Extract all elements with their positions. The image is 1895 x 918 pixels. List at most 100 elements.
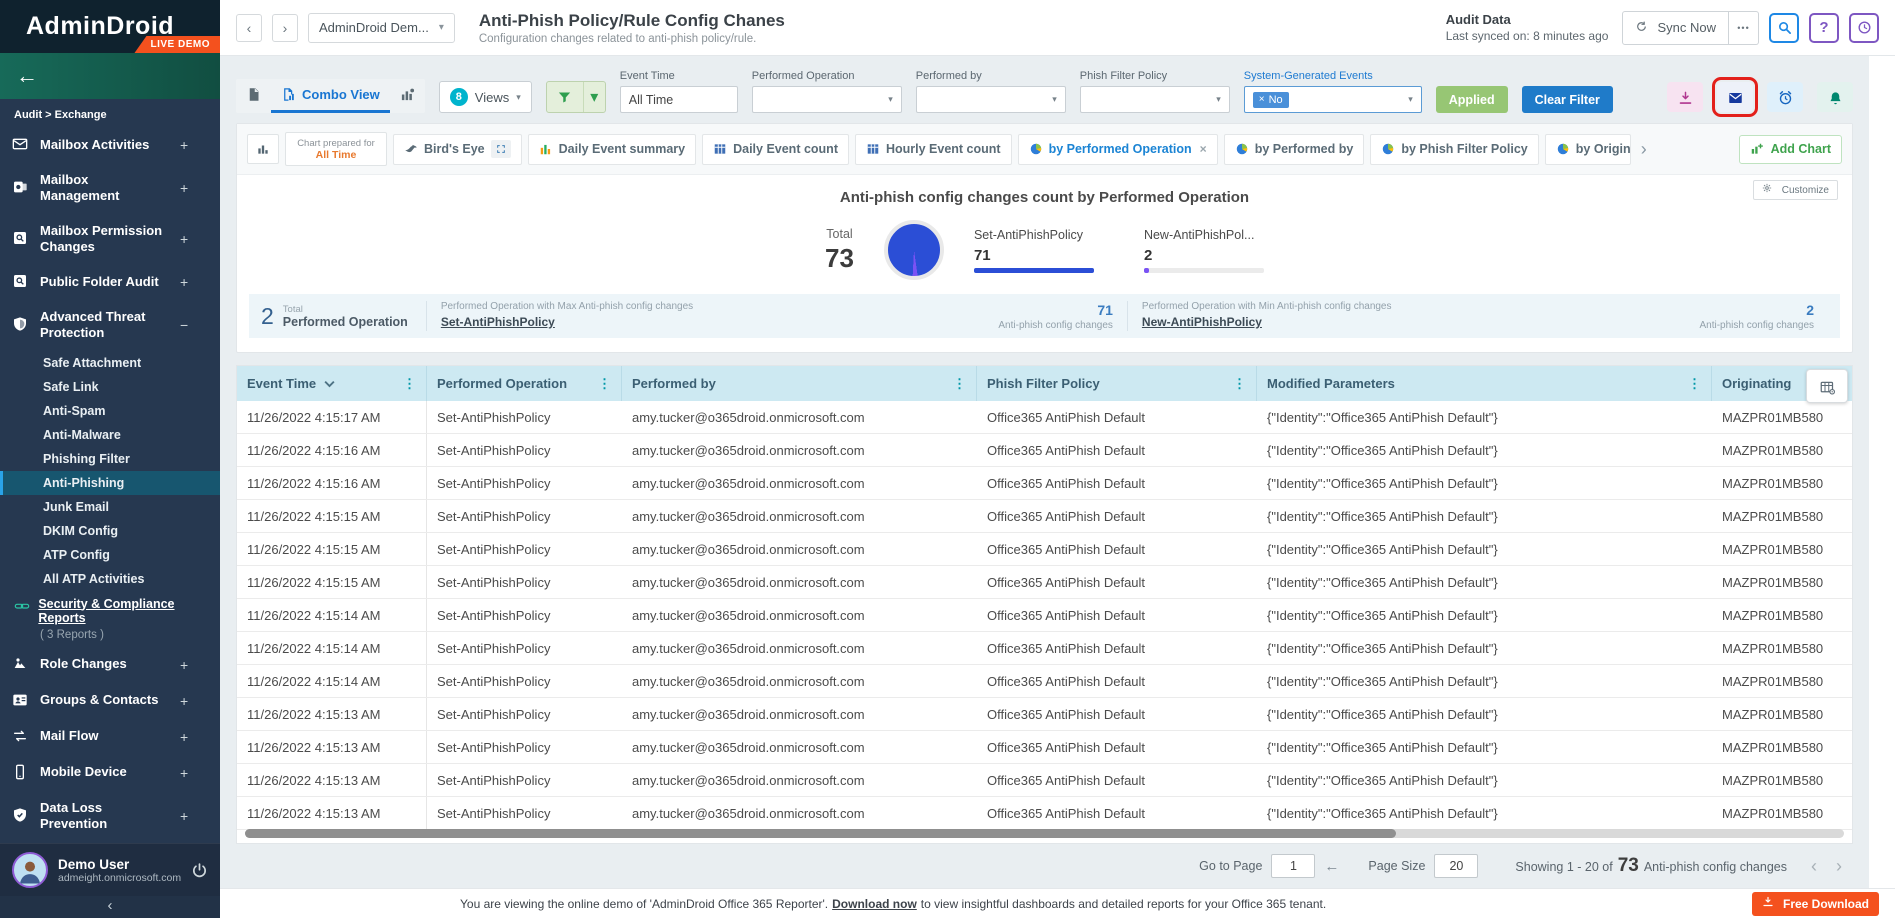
table-row[interactable]: 11/26/2022 4:15:15 AM Set-AntiPhishPolic…	[237, 500, 1852, 533]
sidebar-item-mail-flow[interactable]: Mail Flow +	[0, 719, 220, 755]
back-arrow-icon[interactable]: ←	[16, 63, 38, 89]
applied-button[interactable]: Applied	[1436, 86, 1508, 113]
column-header-modified-parameters[interactable]: Modified Parameters ⋮	[1257, 366, 1712, 401]
page-size-input[interactable]	[1434, 854, 1478, 878]
system-events-select[interactable]: × No ▾	[1244, 86, 1422, 113]
help-button[interactable]: ?	[1809, 13, 1839, 43]
sort-descending-icon[interactable]	[322, 376, 337, 391]
sidebar-subitem-junk-email[interactable]: Junk Email	[0, 495, 220, 519]
sidebar-item-mailbox-activities[interactable]: Mailbox Activities +	[0, 127, 220, 163]
history-forward-button[interactable]: ›	[272, 14, 298, 42]
expand-toggle-icon[interactable]: +	[180, 765, 188, 781]
pie-chart[interactable]	[884, 220, 944, 280]
more-options-button[interactable]: •••	[1729, 11, 1759, 45]
chart-tab-by-origin[interactable]: by Origin	[1545, 134, 1631, 165]
expand-toggle-icon[interactable]: +	[180, 137, 188, 153]
legend-item-max[interactable]: Set-AntiPhishPolicy 71	[974, 228, 1094, 273]
chip-remove-icon[interactable]: ×	[1259, 94, 1265, 105]
chart-tab-bird-s-eye[interactable]: Bird's Eye	[393, 134, 522, 165]
alerts-button[interactable]	[1817, 82, 1853, 112]
download-now-link[interactable]: Download now	[832, 897, 917, 911]
sidebar-subitem-all-atp-activities[interactable]: All ATP Activities	[0, 567, 220, 591]
tabs-scroll-right-icon[interactable]: ›	[1637, 139, 1651, 160]
performed-operation-select[interactable]: ▾	[752, 86, 902, 113]
sidebar-item-mobile-device[interactable]: Mobile Device +	[0, 755, 220, 791]
chart-tab-hourly-event-count[interactable]: Hourly Event count	[855, 134, 1012, 165]
table-view-button[interactable]	[236, 79, 271, 113]
sidebar-subitem-atp-config[interactable]: ATP Config	[0, 543, 220, 567]
column-header-performed-by[interactable]: Performed by ⋮	[622, 366, 977, 401]
expand-toggle-icon[interactable]: +	[180, 657, 188, 673]
history-back-button[interactable]: ‹	[236, 14, 262, 42]
max-operation-link[interactable]: Set-AntiPhishPolicy	[441, 315, 555, 329]
sidebar-item-public-folder-audit[interactable]: Public Folder Audit +	[0, 264, 220, 300]
table-row[interactable]: 11/26/2022 4:15:14 AM Set-AntiPhishPolic…	[237, 599, 1852, 632]
table-row[interactable]: 11/26/2022 4:15:14 AM Set-AntiPhishPolic…	[237, 632, 1852, 665]
column-menu-icon[interactable]: ⋮	[598, 376, 611, 392]
sidebar-subitem-anti-spam[interactable]: Anti-Spam	[0, 399, 220, 423]
combo-view-button[interactable]: Combo View	[271, 79, 390, 113]
column-menu-icon[interactable]: ⋮	[1688, 376, 1701, 392]
filter-chip-no[interactable]: × No	[1253, 92, 1289, 108]
expand-toggle-icon[interactable]: +	[180, 231, 188, 247]
sidebar-subitem-dkim-config[interactable]: DKIM Config	[0, 519, 220, 543]
expand-toggle-icon[interactable]: +	[180, 180, 188, 196]
export-download-button[interactable]	[1667, 82, 1703, 112]
filter-options-caret[interactable]: ▾	[583, 82, 605, 112]
sidebar-subitem-anti-phishing[interactable]: Anti-Phishing	[0, 471, 220, 495]
sidebar-subitem-safe-attachment[interactable]: Safe Attachment	[0, 351, 220, 375]
chart-tab-by-performed-operation[interactable]: by Performed Operation ×	[1018, 134, 1218, 165]
chart-tab-daily-event-count[interactable]: Daily Event count	[702, 134, 849, 165]
chart-tab-daily-event-summary[interactable]: Daily Event summary	[528, 134, 696, 165]
sidebar-collapse-button[interactable]: ‹	[0, 896, 220, 918]
sidebar-subitem-phishing-filter[interactable]: Phishing Filter	[0, 447, 220, 471]
free-download-button[interactable]: Free Download	[1752, 892, 1879, 916]
expand-toggle-icon[interactable]: +	[180, 274, 188, 290]
expand-icon[interactable]	[491, 140, 511, 158]
goto-page-input[interactable]	[1271, 854, 1315, 878]
event-time-value[interactable]: All Time	[620, 86, 738, 113]
filter-funnel-button[interactable]	[547, 82, 583, 112]
views-dropdown[interactable]: 8 Views ▾	[439, 81, 532, 113]
table-row[interactable]: 11/26/2022 4:15:15 AM Set-AntiPhishPolic…	[237, 533, 1852, 566]
column-menu-icon[interactable]: ⋮	[953, 376, 966, 392]
column-menu-icon[interactable]: ⋮	[403, 376, 416, 392]
column-header-performed-operation[interactable]: Performed Operation ⋮	[427, 366, 622, 401]
next-page-button[interactable]: ›	[1831, 856, 1847, 877]
search-button[interactable]	[1769, 13, 1799, 43]
avatar[interactable]	[12, 852, 48, 888]
column-settings-button[interactable]	[1806, 369, 1848, 403]
table-row[interactable]: 11/26/2022 4:15:13 AM Set-AntiPhishPolic…	[237, 698, 1852, 731]
chart-tab-by-phish-filter-policy[interactable]: by Phish Filter Policy	[1370, 134, 1538, 165]
workspace-select[interactable]: AdminDroid Dem... ▾	[308, 13, 455, 43]
expand-toggle-icon[interactable]: −	[180, 317, 188, 333]
prev-page-button[interactable]: ‹	[1806, 856, 1822, 877]
expand-toggle-icon[interactable]: +	[180, 808, 188, 824]
column-header-event-time[interactable]: Event Time ⋮	[237, 366, 427, 401]
expand-toggle-icon[interactable]: +	[180, 729, 188, 745]
chart-view-button[interactable]	[390, 79, 425, 113]
schedule-button[interactable]	[1767, 82, 1803, 112]
sidebar-subitem-anti-malware[interactable]: Anti-Malware	[0, 423, 220, 447]
sidebar-item-data-loss-prevention[interactable]: Data Loss Prevention +	[0, 791, 220, 842]
logout-power-icon[interactable]	[191, 862, 208, 879]
sync-now-button[interactable]: Sync Now	[1622, 11, 1729, 45]
history-clock-button[interactable]	[1849, 13, 1879, 43]
table-row[interactable]: 11/26/2022 4:15:16 AM Set-AntiPhishPolic…	[237, 467, 1852, 500]
table-row[interactable]: 11/26/2022 4:15:15 AM Set-AntiPhishPolic…	[237, 566, 1852, 599]
sidebar-item-mailbox-permission-changes[interactable]: Mailbox Permission Changes +	[0, 214, 220, 265]
chart-list-button[interactable]	[247, 134, 279, 164]
scrollbar-thumb[interactable]	[245, 829, 1396, 838]
performed-by-select[interactable]: ▾	[916, 86, 1066, 113]
sidebar-item-role-changes[interactable]: Role Changes +	[0, 647, 220, 683]
add-chart-button[interactable]: Add Chart	[1739, 135, 1842, 164]
table-row[interactable]: 11/26/2022 4:15:17 AM Set-AntiPhishPolic…	[237, 401, 1852, 434]
table-row[interactable]: 11/26/2022 4:15:13 AM Set-AntiPhishPolic…	[237, 797, 1852, 830]
clear-filter-button[interactable]: Clear Filter	[1522, 86, 1613, 113]
horizontal-scrollbar[interactable]	[245, 829, 1844, 838]
legend-item-min[interactable]: New-AntiPhishPol... 2	[1144, 228, 1264, 273]
table-row[interactable]: 11/26/2022 4:15:13 AM Set-AntiPhishPolic…	[237, 764, 1852, 797]
sidebar-item-mailbox-management[interactable]: Mailbox Management +	[0, 163, 220, 214]
sidebar-item-security-compliance-reports[interactable]: Security & Compliance Reports	[0, 591, 220, 627]
email-report-button[interactable]	[1717, 82, 1753, 112]
